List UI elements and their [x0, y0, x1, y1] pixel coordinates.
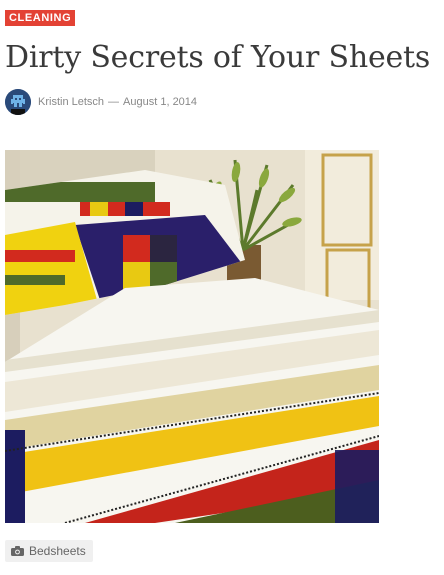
byline: Kristin Letsch — August 1, 2014: [5, 89, 197, 115]
category-badge[interactable]: CLEANING: [5, 10, 76, 26]
featured-image: [5, 150, 379, 523]
byline-separator: —: [108, 96, 120, 108]
article-title: Dirty Secrets of Your Sheets: [5, 40, 431, 75]
tag-label: Bedsheets: [29, 544, 86, 558]
tag-bedsheets[interactable]: Bedsheets: [5, 540, 93, 562]
camera-icon: [11, 546, 24, 556]
publish-date: August 1, 2014: [123, 96, 198, 108]
author-link[interactable]: Kristin Letsch: [38, 96, 104, 108]
author-avatar-icon[interactable]: [5, 89, 31, 115]
